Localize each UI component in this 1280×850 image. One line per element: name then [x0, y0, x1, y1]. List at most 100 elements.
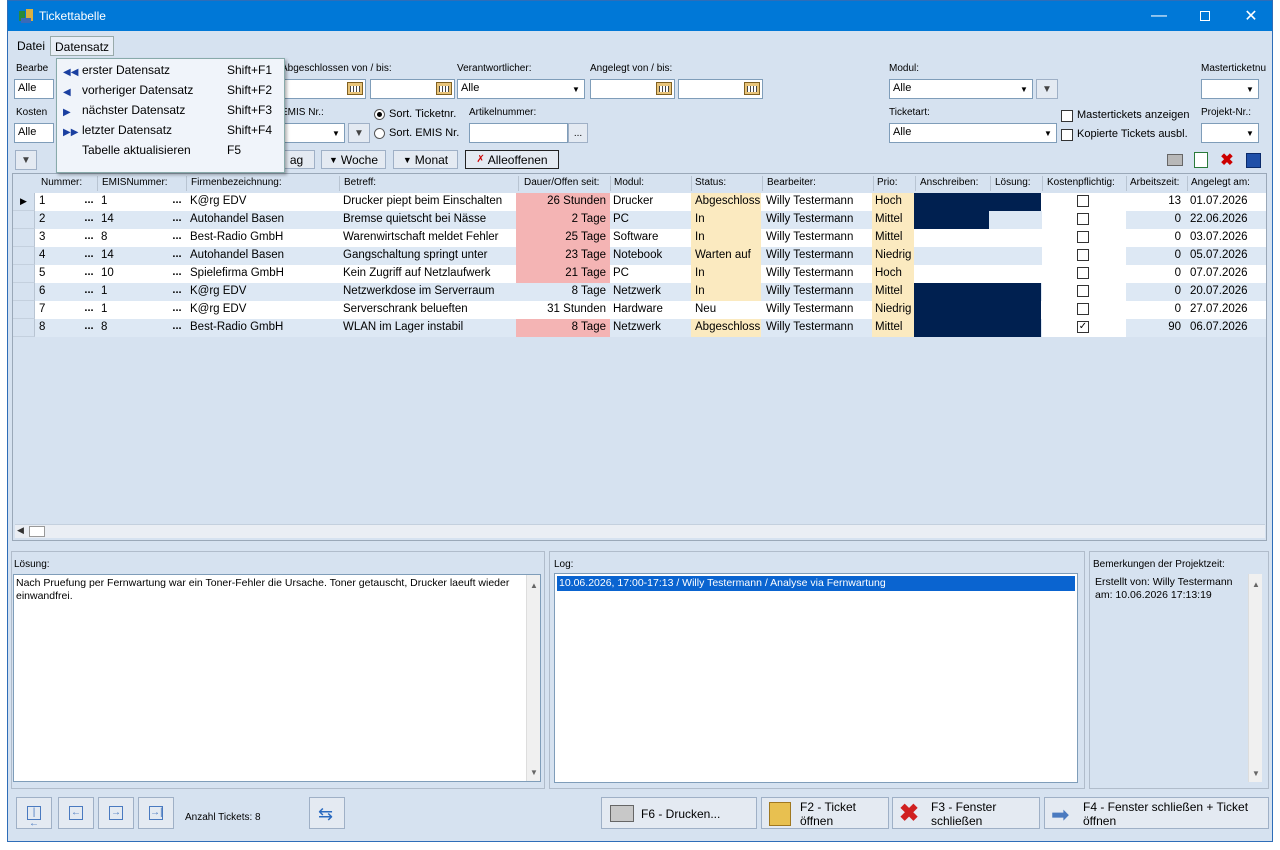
sort-ticketnr-radio[interactable] — [374, 109, 385, 120]
cell-emis[interactable]: 8 — [101, 319, 161, 337]
cell-nummer[interactable]: 7 — [39, 301, 79, 319]
table-row[interactable]: 3... 8... Best-Radio GmbH Warenwirtschaft m… — [13, 229, 1266, 247]
cell-angelegt[interactable]: 20.07.2026 — [1190, 283, 1264, 301]
table-row[interactable]: 2... 14... Autohandel Basen Bremse quietsch… — [13, 211, 1266, 229]
cell-bearbeiter[interactable]: Willy Testermann — [766, 247, 872, 265]
prev-record-button[interactable]: ← — [58, 797, 94, 829]
cell-prio[interactable]: Hoch — [872, 193, 914, 211]
save-button[interactable] — [1242, 150, 1264, 170]
cell-modul[interactable]: Netzwerk — [613, 319, 690, 337]
projekt-select[interactable]: ▼ — [1201, 123, 1259, 143]
kopierte-checkbox[interactable] — [1061, 129, 1073, 141]
menu-datei[interactable]: Datei — [13, 36, 49, 56]
kosten-select[interactable]: Alle — [14, 123, 54, 143]
log-entry[interactable]: 10.06.2026, 17:00-17:13 / Willy Testerma… — [557, 576, 1075, 591]
nummer-lookup-button[interactable]: ... — [80, 301, 98, 319]
cell-emis[interactable]: 14 — [101, 247, 161, 265]
bemerkungen-scrollbar[interactable]: ▲ ▼ — [1248, 574, 1262, 782]
row-indicator[interactable] — [13, 247, 35, 265]
cell-prio[interactable]: Mittel — [872, 283, 914, 301]
row-indicator[interactable]: ▶ — [13, 193, 35, 211]
cell-status[interactable]: In — [691, 229, 761, 247]
emis-lookup-button[interactable]: ... — [168, 247, 186, 265]
cell-anschreiben-bar[interactable] — [914, 319, 1041, 337]
cell-dauer[interactable]: 8 Tage — [516, 319, 610, 337]
cell-status[interactable]: In — [691, 265, 761, 283]
dropdown-arrow-icon[interactable]: ▼ — [1040, 124, 1056, 142]
row-indicator[interactable] — [13, 301, 35, 319]
cell-nummer[interactable]: 1 — [39, 193, 79, 211]
row-indicator[interactable] — [13, 319, 35, 337]
kostenpflichtig-checkbox[interactable] — [1077, 249, 1089, 261]
emis-lookup-button[interactable]: ... — [168, 211, 186, 229]
cell-prio[interactable]: Mittel — [872, 319, 914, 337]
col-modul[interactable]: Modul: — [614, 177, 644, 188]
emis-filter-button[interactable]: ▼ — [348, 123, 370, 143]
cell-arbeitszeit[interactable]: 0 — [1127, 283, 1185, 301]
cell-firma[interactable]: Autohandel Basen — [190, 247, 337, 265]
woche-button[interactable]: ▼ Woche — [321, 150, 386, 169]
cell-bearbeiter[interactable]: Willy Testermann — [766, 193, 872, 211]
cell-arbeitszeit[interactable]: 0 — [1127, 301, 1185, 319]
cell-bearbeiter[interactable]: Willy Testermann — [766, 229, 872, 247]
verantwortlicher-select[interactable]: Alle ▼ — [457, 79, 585, 99]
cell-status[interactable]: In — [691, 283, 761, 301]
cell-modul[interactable]: Notebook — [613, 247, 690, 265]
modul-filter-button[interactable]: ▼ — [1036, 79, 1058, 99]
filter-reset-button[interactable]: ▼ — [15, 150, 37, 170]
cell-nummer[interactable]: 8 — [39, 319, 79, 337]
emis-lookup-button[interactable]: ... — [168, 193, 186, 211]
table-row[interactable]: 8... 8... Best-Radio GmbH WLAN im Lager ins… — [13, 319, 1266, 337]
cell-kostenpflichtig[interactable]: ✓ — [1042, 319, 1126, 337]
col-anschreiben[interactable]: Anschreiben: — [920, 177, 978, 188]
cell-dauer[interactable]: 2 Tage — [516, 211, 610, 229]
cell-kostenpflichtig[interactable] — [1042, 301, 1126, 319]
angelegt-von-field[interactable] — [590, 79, 675, 99]
cell-angelegt[interactable]: 06.07.2026 — [1190, 319, 1264, 337]
dropdown-arrow-icon[interactable]: ▼ — [1242, 124, 1258, 142]
ticket-oeffnen-button[interactable]: F2 - Ticket öffnen — [761, 797, 889, 829]
cell-emis[interactable]: 8 — [101, 229, 161, 247]
bearbeiter-select[interactable]: Alle — [14, 79, 54, 99]
col-kostenpflichtig[interactable]: Kostenpflichtig: — [1047, 177, 1115, 188]
row-indicator[interactable] — [13, 229, 35, 247]
emis-lookup-button[interactable]: ... — [168, 283, 186, 301]
cell-emis[interactable]: 10 — [101, 265, 161, 283]
menu-erster-datensatz[interactable]: ◀◀ erster Datensatz Shift+F1 — [57, 60, 284, 80]
col-firmenbezeichnung[interactable]: Firmenbezeichnung: — [191, 177, 282, 188]
nummer-lookup-button[interactable]: ... — [80, 193, 98, 211]
cell-anschreiben-bar[interactable] — [914, 283, 1041, 301]
horizontal-scrollbar[interactable]: ◀ — [15, 524, 1265, 538]
nummer-lookup-button[interactable]: ... — [80, 211, 98, 229]
cell-nummer[interactable]: 5 — [39, 265, 79, 283]
cell-prio[interactable]: Niedrig — [872, 301, 914, 319]
close-window-button[interactable]: ✕ — [1228, 1, 1274, 31]
cell-betreff[interactable]: Warenwirtschaft meldet Fehler — [343, 229, 516, 247]
cell-kostenpflichtig[interactable] — [1042, 229, 1126, 247]
kostenpflichtig-checkbox[interactable] — [1077, 213, 1089, 225]
cell-kostenpflichtig[interactable] — [1042, 283, 1126, 301]
monat-button[interactable]: ▼ Monat — [393, 150, 458, 169]
emis-lookup-button[interactable]: ... — [168, 229, 186, 247]
emis-lookup-button[interactable]: ... — [168, 319, 186, 337]
cell-angelegt[interactable]: 05.07.2026 — [1190, 247, 1264, 265]
cell-status[interactable]: Abgeschloss — [691, 193, 761, 211]
cell-bearbeiter[interactable]: Willy Testermann — [766, 301, 872, 319]
artikelnummer-field[interactable] — [469, 123, 568, 143]
cell-angelegt[interactable]: 03.07.2026 — [1190, 229, 1264, 247]
cell-dauer[interactable]: 31 Stunden — [516, 301, 610, 319]
menu-vorheriger-datensatz[interactable]: ◀ vorheriger Datensatz Shift+F2 — [57, 80, 284, 100]
cell-dauer[interactable]: 26 Stunden — [516, 193, 610, 211]
cell-kostenpflichtig[interactable] — [1042, 211, 1126, 229]
kostenpflichtig-checkbox[interactable] — [1077, 231, 1089, 243]
cell-emis[interactable]: 1 — [101, 283, 161, 301]
maximize-button[interactable] — [1182, 1, 1228, 31]
cell-angelegt[interactable]: 27.07.2026 — [1190, 301, 1264, 319]
menu-datensatz[interactable]: Datensatz — [50, 36, 115, 56]
cell-status[interactable]: In — [691, 211, 761, 229]
cell-prio[interactable]: Mittel — [872, 211, 914, 229]
cell-arbeitszeit[interactable]: 0 — [1127, 211, 1185, 229]
cell-modul[interactable]: PC — [613, 211, 690, 229]
col-loesung[interactable]: Lösung: — [995, 177, 1031, 188]
cell-angelegt[interactable]: 07.07.2026 — [1190, 265, 1264, 283]
